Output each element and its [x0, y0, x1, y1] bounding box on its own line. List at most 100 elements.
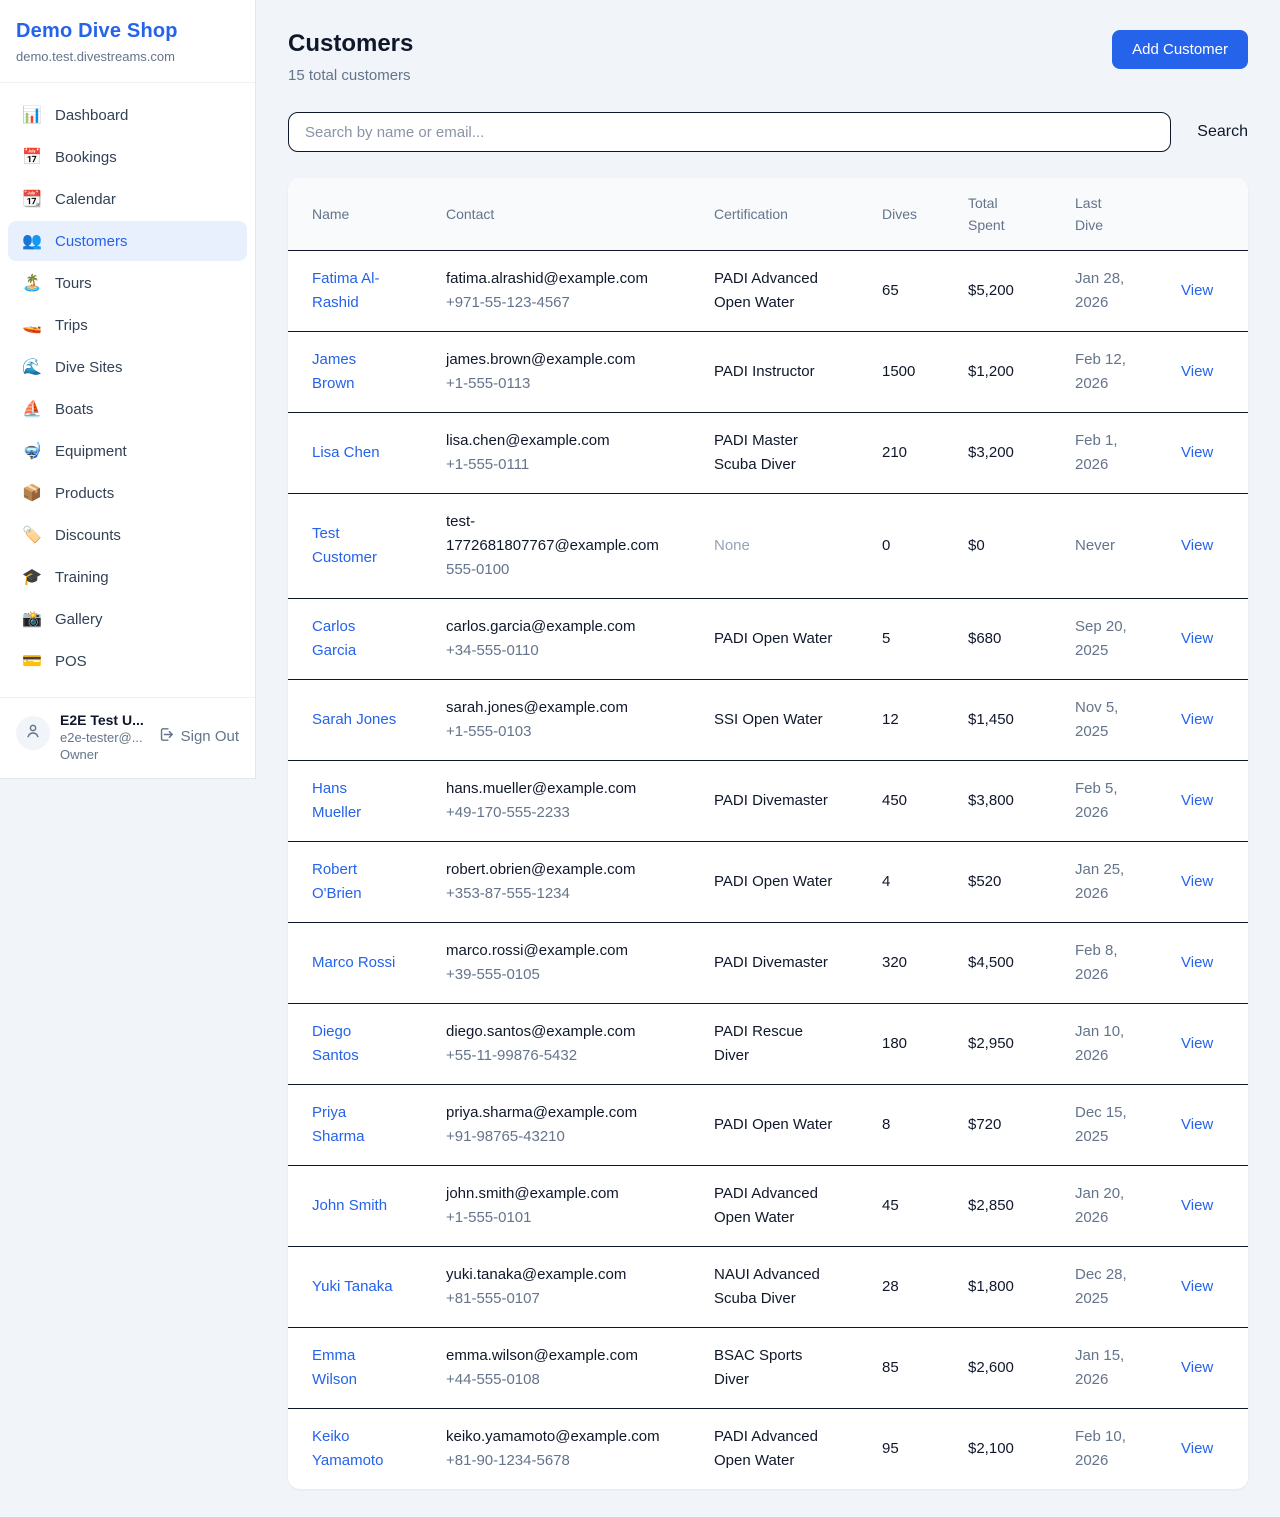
customer-dives-cell: 8: [870, 1085, 956, 1166]
customer-phone: +34-555-0110: [446, 639, 690, 663]
shop-title: Demo Dive Shop: [16, 20, 239, 43]
sidebar-item-dive-sites[interactable]: 🌊 Dive Sites: [8, 347, 247, 387]
sidebar-item-trips[interactable]: 🚤 Trips: [8, 305, 247, 345]
view-link[interactable]: View: [1181, 537, 1213, 554]
view-link[interactable]: View: [1181, 282, 1213, 299]
customer-name-cell: Lisa Chen: [288, 413, 434, 494]
customer-certification-cell: PADI Advanced Open Water: [702, 1409, 870, 1490]
view-link[interactable]: View: [1181, 1035, 1213, 1052]
table-row: Keiko Yamamoto keiko.yamamoto@example.co…: [288, 1409, 1248, 1490]
sidebar-item-tours[interactable]: 🏝️ Tours: [8, 263, 247, 303]
sidebar-user-section: E2E Test U... e2e-tester@... Owner Sign …: [0, 697, 255, 778]
sidebar-item-dashboard[interactable]: 📊 Dashboard: [8, 95, 247, 135]
customer-name-link[interactable]: Test Customer: [312, 522, 400, 570]
customer-name-link[interactable]: Robert O'Brien: [312, 858, 400, 906]
nav-icon: ⛵: [22, 399, 42, 419]
customer-name-link[interactable]: Fatima Al-Rashid: [312, 267, 400, 315]
sidebar-item-label: Products: [55, 485, 114, 502]
column-header-actions: [1169, 178, 1248, 251]
customer-dives-cell: 5: [870, 599, 956, 680]
sidebar-item-gallery[interactable]: 📸 Gallery: [8, 599, 247, 639]
customer-name-link[interactable]: James Brown: [312, 348, 400, 396]
view-link[interactable]: View: [1181, 873, 1213, 890]
user-name: E2E Test U...: [60, 712, 148, 728]
customers-table: NameContactCertificationDivesTotal Spent…: [288, 178, 1248, 1489]
customer-last-dive-cell: Jan 20, 2026: [1063, 1166, 1169, 1247]
search-button[interactable]: Search: [1197, 123, 1248, 141]
view-link[interactable]: View: [1181, 1278, 1213, 1295]
customer-certification-cell: PADI Open Water: [702, 842, 870, 923]
sidebar-item-products[interactable]: 📦 Products: [8, 473, 247, 513]
customer-name-cell: Robert O'Brien: [288, 842, 434, 923]
view-link[interactable]: View: [1181, 1116, 1213, 1133]
customer-name-link[interactable]: Diego Santos: [312, 1020, 400, 1068]
customer-name-link[interactable]: Hans Mueller: [312, 777, 400, 825]
customer-name-cell: Hans Mueller: [288, 761, 434, 842]
customer-dives-cell: 12: [870, 680, 956, 761]
customer-name-cell: Keiko Yamamoto: [288, 1409, 434, 1490]
customer-contact-cell: john.smith@example.com +1-555-0101: [434, 1166, 702, 1247]
sidebar-item-bookings[interactable]: 📅 Bookings: [8, 137, 247, 177]
customer-contact-cell: diego.santos@example.com +55-11-99876-54…: [434, 1004, 702, 1085]
view-link[interactable]: View: [1181, 711, 1213, 728]
search-input[interactable]: [288, 112, 1171, 152]
customer-dives-cell: 95: [870, 1409, 956, 1490]
view-link[interactable]: View: [1181, 954, 1213, 971]
customer-view-cell: View: [1169, 413, 1248, 494]
sign-out-button[interactable]: Sign Out: [158, 726, 239, 747]
column-header-certification: Certification: [702, 178, 870, 251]
sidebar-item-boats[interactable]: ⛵ Boats: [8, 389, 247, 429]
customer-name-link[interactable]: Yuki Tanaka: [312, 1275, 393, 1299]
table-row: Hans Mueller hans.mueller@example.com +4…: [288, 761, 1248, 842]
customer-name-link[interactable]: Lisa Chen: [312, 441, 380, 465]
customer-view-cell: View: [1169, 1409, 1248, 1490]
add-customer-button[interactable]: Add Customer: [1112, 30, 1248, 69]
user-info: E2E Test U... e2e-tester@... Owner: [60, 712, 148, 762]
table-row: Carlos Garcia carlos.garcia@example.com …: [288, 599, 1248, 680]
sidebar-item-calendar[interactable]: 📆 Calendar: [8, 179, 247, 219]
customer-name-link[interactable]: Marco Rossi: [312, 951, 395, 975]
customer-phone: +353-87-555-1234: [446, 882, 690, 906]
customer-contact-cell: sarah.jones@example.com +1-555-0103: [434, 680, 702, 761]
view-link[interactable]: View: [1181, 792, 1213, 809]
view-link[interactable]: View: [1181, 1197, 1213, 1214]
sidebar-item-label: Bookings: [55, 149, 117, 166]
user-icon: [24, 722, 42, 745]
sidebar-item-customers[interactable]: 👥 Customers: [8, 221, 247, 261]
customer-name-link[interactable]: Priya Sharma: [312, 1101, 400, 1149]
customer-dives-cell: 85: [870, 1328, 956, 1409]
page-header-titles: Customers 15 total customers: [288, 30, 413, 84]
customer-last-dive-cell: Nov 5, 2025: [1063, 680, 1169, 761]
customer-name-link[interactable]: Keiko Yamamoto: [312, 1425, 400, 1473]
customer-name-link[interactable]: Sarah Jones: [312, 708, 396, 732]
customer-name-cell: Carlos Garcia: [288, 599, 434, 680]
view-link[interactable]: View: [1181, 1359, 1213, 1376]
customer-dives-cell: 180: [870, 1004, 956, 1085]
customer-total-spent-cell: $5,200: [956, 251, 1063, 332]
view-link[interactable]: View: [1181, 630, 1213, 647]
customer-name-link[interactable]: Carlos Garcia: [312, 615, 400, 663]
customer-view-cell: View: [1169, 599, 1248, 680]
view-link[interactable]: View: [1181, 444, 1213, 461]
customer-name-link[interactable]: John Smith: [312, 1194, 387, 1218]
customer-contact-cell: priya.sharma@example.com +91-98765-43210: [434, 1085, 702, 1166]
sidebar-item-label: Tours: [55, 275, 92, 292]
customer-contact-cell: marco.rossi@example.com +39-555-0105: [434, 923, 702, 1004]
view-link[interactable]: View: [1181, 1440, 1213, 1457]
customer-total-spent-cell: $1,200: [956, 332, 1063, 413]
column-header-contact: Contact: [434, 178, 702, 251]
sidebar-item-discounts[interactable]: 🏷️ Discounts: [8, 515, 247, 555]
customer-name-cell: Priya Sharma: [288, 1085, 434, 1166]
sidebar-item-pos[interactable]: 💳 POS: [8, 641, 247, 681]
sidebar-item-equipment[interactable]: 🤿 Equipment: [8, 431, 247, 471]
customer-last-dive-cell: Dec 28, 2025: [1063, 1247, 1169, 1328]
column-header-total-spent: Total Spent: [956, 178, 1063, 251]
view-link[interactable]: View: [1181, 363, 1213, 380]
customer-phone: +1-555-0101: [446, 1206, 690, 1230]
customer-total-spent-cell: $2,100: [956, 1409, 1063, 1490]
customer-certification-cell: PADI Advanced Open Water: [702, 1166, 870, 1247]
customer-total-spent-cell: $1,450: [956, 680, 1063, 761]
customer-view-cell: View: [1169, 1247, 1248, 1328]
sidebar-item-training[interactable]: 🎓 Training: [8, 557, 247, 597]
customer-name-link[interactable]: Emma Wilson: [312, 1344, 400, 1392]
